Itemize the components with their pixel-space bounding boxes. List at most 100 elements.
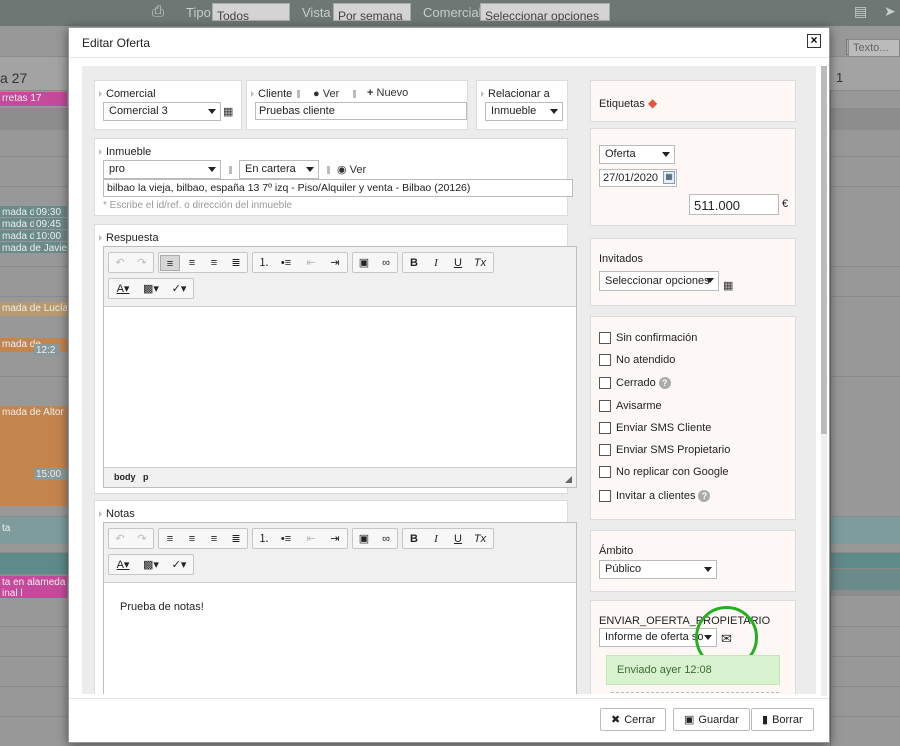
cliente-ver-link[interactable]: ● Ver bbox=[313, 88, 339, 100]
align-center-icon[interactable]: ≡ bbox=[182, 255, 202, 271]
cliente-panel: Cliente ● Ver + Nuevo Pruebas cliente bbox=[246, 80, 468, 130]
event[interactable]: 09:30 bbox=[34, 206, 67, 217]
bg-color-icon[interactable]: ▩▾ bbox=[138, 557, 164, 573]
background-search[interactable]: Texto... bbox=[848, 39, 900, 57]
divider bbox=[611, 692, 779, 693]
tag-icon[interactable]: ◆ bbox=[648, 96, 657, 110]
event[interactable]: inal l bbox=[0, 587, 67, 598]
align-right-icon[interactable]: ≡ bbox=[204, 255, 224, 271]
calendar-icon[interactable]: ▦ bbox=[663, 171, 675, 184]
ordered-list-icon[interactable]: ⒈ bbox=[254, 531, 274, 547]
event[interactable]: mada de Javier bbox=[0, 242, 67, 253]
image-icon[interactable]: ▣ bbox=[354, 531, 374, 547]
no-atendido-checkbox[interactable]: No atendido bbox=[599, 353, 675, 367]
ambito-label: Ámbito bbox=[599, 545, 634, 557]
spellcheck-icon[interactable]: ✓▾ bbox=[166, 281, 192, 297]
outdent-icon[interactable]: ⇤ bbox=[301, 531, 321, 547]
sms-cliente-checkbox[interactable]: Enviar SMS Cliente bbox=[599, 421, 711, 435]
event[interactable]: mada d bbox=[0, 230, 34, 241]
respuesta-content[interactable] bbox=[104, 307, 576, 467]
invitados-select[interactable]: Seleccionar opciones bbox=[599, 271, 719, 291]
clear-format-icon[interactable]: Tx bbox=[470, 255, 490, 271]
link-icon[interactable]: ∞ bbox=[376, 531, 396, 547]
relacionar-select[interactable]: Inmueble bbox=[485, 102, 563, 121]
align-justify-icon[interactable]: ≣ bbox=[226, 531, 246, 547]
event[interactable]: 12:2 bbox=[34, 344, 60, 356]
event[interactable]: ta en alameda d bbox=[0, 576, 67, 587]
indent-icon[interactable]: ⇥ bbox=[325, 531, 345, 547]
text-color-icon[interactable]: A▾ bbox=[110, 281, 136, 297]
redo-icon[interactable]: ↷ bbox=[132, 531, 152, 547]
bold-icon[interactable]: B bbox=[404, 531, 424, 547]
event[interactable]: mada de Altor L bbox=[0, 406, 67, 506]
tipo-select[interactable]: Todos bbox=[212, 3, 290, 23]
editor-statusbar: body p bbox=[104, 467, 576, 487]
underline-icon[interactable]: U bbox=[448, 255, 468, 271]
estado-select[interactable]: En cartera bbox=[239, 160, 319, 179]
bg-color-icon[interactable]: ▩▾ bbox=[138, 281, 164, 297]
align-left-icon[interactable]: ≡ bbox=[160, 531, 180, 547]
vista-select[interactable]: Por semana bbox=[333, 3, 411, 23]
ordered-list-icon[interactable]: ⒈ bbox=[254, 255, 274, 271]
clear-format-icon[interactable]: Tx bbox=[470, 531, 490, 547]
dialog-scrollbar[interactable] bbox=[821, 66, 827, 696]
ambito-select[interactable]: Público bbox=[599, 560, 717, 579]
outdent-icon[interactable]: ⇤ bbox=[301, 255, 321, 271]
align-center-icon[interactable]: ≡ bbox=[182, 531, 202, 547]
event[interactable]: 09:45 bbox=[34, 218, 67, 229]
print-icon[interactable]: ⎙ bbox=[152, 3, 164, 20]
align-right-icon[interactable]: ≡ bbox=[204, 531, 224, 547]
importe-input[interactable]: 511.000 bbox=[689, 194, 779, 215]
inmueble-address-input[interactable]: bilbao la vieja, bilbao, españa 13 7º iz… bbox=[103, 179, 573, 197]
cerrar-button[interactable]: ✖ Cerrar bbox=[600, 708, 667, 731]
comercial-select[interactable]: Comercial 3 bbox=[103, 102, 221, 121]
resize-handle-icon[interactable] bbox=[565, 476, 572, 483]
bullet-list-icon[interactable]: •≡ bbox=[276, 531, 296, 547]
underline-icon[interactable]: U bbox=[448, 531, 468, 547]
event[interactable]: 10:00 bbox=[34, 230, 67, 241]
event[interactable]: mada de Lucía bbox=[0, 302, 67, 316]
event[interactable]: rretas 17 bbox=[0, 92, 67, 106]
bullet-list-icon[interactable]: •≡ bbox=[276, 255, 296, 271]
help-icon[interactable]: ? bbox=[658, 377, 671, 390]
text-color-icon[interactable]: A▾ bbox=[110, 557, 136, 573]
notas-content[interactable]: Prueba de notas! bbox=[120, 601, 204, 613]
undo-icon[interactable]: ↶ bbox=[110, 531, 130, 547]
sms-propietario-checkbox[interactable]: Enviar SMS Propietario bbox=[599, 443, 730, 457]
link-icon[interactable]: ∞ bbox=[376, 255, 396, 271]
comercial-select[interactable]: Seleccionar opciones bbox=[480, 3, 610, 23]
italic-icon[interactable]: I bbox=[426, 255, 446, 271]
borrar-button[interactable]: ▮ Borrar bbox=[751, 708, 814, 731]
calendar-icon[interactable]: ▦ bbox=[223, 105, 233, 118]
sin-confirmacion-checkbox[interactable]: Sin confirmación bbox=[599, 331, 697, 345]
invitar-clientes-checkbox[interactable]: Invitar a clientes? bbox=[599, 489, 711, 503]
image-icon[interactable]: ▣ bbox=[354, 255, 374, 271]
oferta-tipo-select[interactable]: Oferta bbox=[599, 145, 675, 164]
redo-icon[interactable]: ↷ bbox=[132, 255, 152, 271]
no-replicar-google-checkbox[interactable]: No replicar con Google bbox=[599, 465, 729, 479]
italic-icon[interactable]: I bbox=[426, 531, 446, 547]
undo-icon[interactable]: ↶ bbox=[110, 255, 130, 271]
document-icon[interactable]: ▤ bbox=[854, 3, 867, 20]
inmueble-select[interactable]: pro bbox=[103, 160, 221, 179]
event[interactable]: 15:00 bbox=[34, 468, 67, 480]
inmueble-ver-link[interactable]: ◉ Ver bbox=[337, 163, 366, 176]
cliente-nuevo-link[interactable]: + Nuevo bbox=[367, 87, 408, 99]
bold-icon[interactable]: B bbox=[404, 255, 424, 271]
event[interactable]: mada d bbox=[0, 206, 34, 217]
align-left-icon[interactable]: ≡ bbox=[160, 255, 180, 271]
background-toolbar: ⎙ Tipo Todos Vista Por semana Comercial … bbox=[0, 0, 900, 26]
scrollbar-thumb[interactable] bbox=[821, 66, 827, 434]
indent-icon[interactable]: ⇥ bbox=[325, 255, 345, 271]
help-icon[interactable]: ? bbox=[698, 490, 711, 503]
avisarme-checkbox[interactable]: Avisarme bbox=[599, 399, 662, 413]
calendar-icon[interactable]: ▦ bbox=[723, 279, 733, 292]
guardar-button[interactable]: ▣ Guardar bbox=[673, 708, 750, 731]
cliente-input[interactable]: Pruebas cliente bbox=[255, 102, 467, 120]
align-justify-icon[interactable]: ≣ bbox=[226, 255, 246, 271]
event[interactable]: mada d bbox=[0, 218, 34, 229]
send-icon[interactable]: ➤ bbox=[884, 3, 896, 20]
cerrado-checkbox[interactable]: Cerrado? bbox=[599, 376, 671, 390]
spellcheck-icon[interactable]: ✓▾ bbox=[166, 557, 192, 573]
close-button[interactable]: × bbox=[807, 34, 821, 48]
